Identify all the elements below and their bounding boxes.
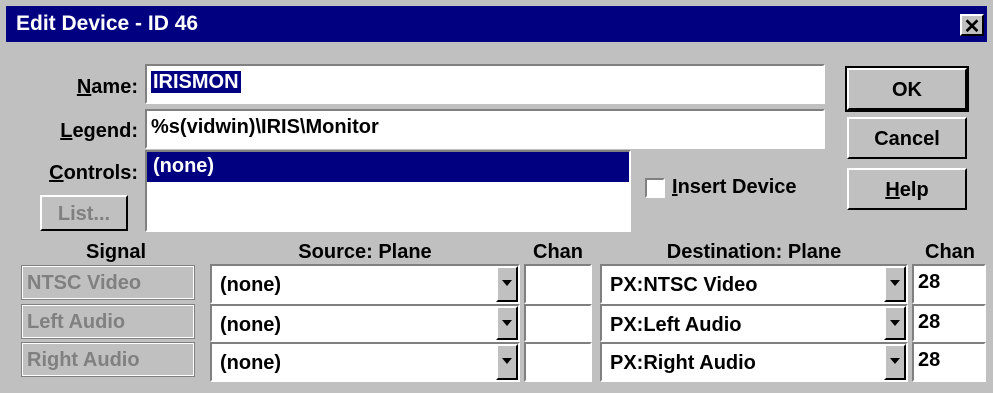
signal-label-right-audio: Right Audio bbox=[21, 342, 195, 377]
list-button[interactable]: List... bbox=[40, 195, 128, 231]
name-field[interactable]: IRISMON bbox=[145, 64, 825, 104]
source-chan-field[interactable] bbox=[524, 264, 592, 304]
controls-label: Controls: bbox=[49, 162, 138, 184]
ok-button[interactable]: OK bbox=[845, 66, 969, 112]
help-button[interactable]: Help bbox=[847, 168, 967, 210]
legend-field-value: %s(vidwin)\IRIS\Monitor bbox=[151, 116, 379, 138]
window-title: Edit Device - ID 46 bbox=[16, 12, 199, 35]
source-plane-select[interactable]: (none) bbox=[210, 304, 520, 342]
signal-label-ntsc-video: NTSC Video bbox=[21, 265, 195, 300]
destination-plane-select[interactable]: PX:NTSC Video bbox=[600, 264, 908, 304]
dest-chan-field[interactable]: 28 bbox=[912, 264, 986, 304]
source-chan-header: Chan bbox=[533, 241, 583, 263]
close-icon[interactable]: ✕ bbox=[960, 14, 984, 38]
source-plane-header: Source: Plane bbox=[298, 241, 432, 263]
source-chan-field[interactable] bbox=[524, 342, 592, 382]
chevron-down-icon[interactable] bbox=[884, 306, 906, 340]
list-item[interactable]: (none) bbox=[147, 152, 629, 182]
source-chan-field[interactable] bbox=[524, 304, 592, 342]
controls-list[interactable]: (none) bbox=[145, 150, 631, 232]
name-label: Name: bbox=[76, 76, 138, 98]
destination-plane-select[interactable]: PX:Right Audio bbox=[600, 342, 908, 382]
legend-label-text: egend: bbox=[72, 120, 138, 142]
chevron-down-icon[interactable] bbox=[496, 344, 518, 380]
insert-device-checkbox[interactable] bbox=[645, 178, 665, 198]
legend-field[interactable]: %s(vidwin)\IRIS\Monitor bbox=[145, 109, 825, 149]
destination-plane-header: Destination: Plane bbox=[666, 241, 842, 263]
name-label-text: ame: bbox=[91, 76, 138, 98]
title-bar[interactable]: Edit Device - ID 46 ✕ bbox=[6, 6, 987, 42]
signal-header: Signal bbox=[85, 241, 146, 263]
dest-chan-header: Chan bbox=[925, 241, 975, 263]
chevron-down-icon[interactable] bbox=[496, 306, 518, 340]
name-field-value: IRISMON bbox=[151, 71, 241, 93]
controls-label-text: ontrols: bbox=[63, 162, 138, 184]
destination-plane-select[interactable]: PX:Left Audio bbox=[600, 304, 908, 342]
cancel-button[interactable]: Cancel bbox=[847, 117, 967, 159]
source-plane-select[interactable]: (none) bbox=[210, 264, 520, 304]
edit-device-dialog: Edit Device - ID 46 ✕ Name: IRISMON Lege… bbox=[0, 0, 993, 393]
dest-chan-field[interactable]: 28 bbox=[912, 304, 986, 342]
legend-label: Legend: bbox=[60, 120, 138, 142]
chevron-down-icon[interactable] bbox=[884, 344, 906, 380]
chevron-down-icon[interactable] bbox=[496, 266, 518, 302]
source-plane-select[interactable]: (none) bbox=[210, 342, 520, 382]
insert-device-label: Insert Device bbox=[672, 176, 797, 198]
signal-label-left-audio: Left Audio bbox=[21, 304, 195, 339]
chevron-down-icon[interactable] bbox=[884, 266, 906, 302]
dest-chan-field[interactable]: 28 bbox=[912, 342, 986, 382]
